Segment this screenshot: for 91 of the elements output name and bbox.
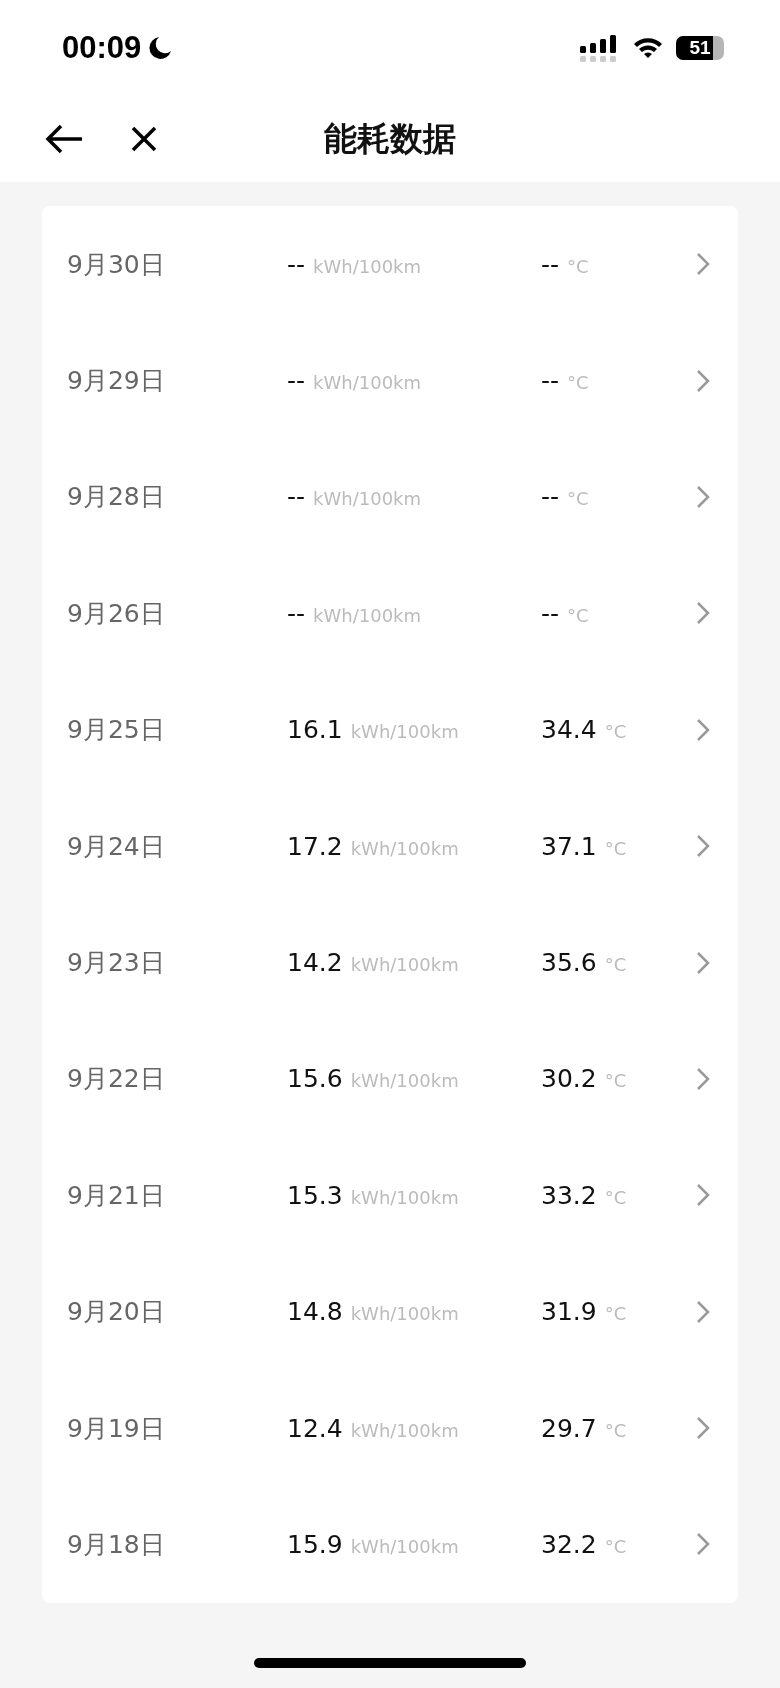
temperature-value: -- <box>541 366 560 396</box>
temperature-value: 33.2 <box>541 1180 597 1210</box>
consumption-unit: kWh/100km <box>350 1186 459 1208</box>
consumption-unit: kWh/100km <box>350 1303 459 1325</box>
consumption-unit: kWh/100km <box>350 954 459 976</box>
temperature-unit: °C <box>604 1070 627 1092</box>
consumption-unit: kWh/100km <box>313 604 422 626</box>
temperature-unit: °C <box>567 255 589 277</box>
consumption-unit: kWh/100km <box>313 372 422 394</box>
record-date: 9月26日 <box>67 597 166 630</box>
temperature-value: 32.2 <box>541 1530 597 1559</box>
chevron-right-icon <box>696 1532 710 1557</box>
consumption-unit: kWh/100km <box>313 488 422 510</box>
temperature-unit: °C <box>604 837 627 859</box>
consumption-value: -- <box>287 249 306 279</box>
temperature-value: 29.7 <box>541 1413 597 1443</box>
close-button[interactable] <box>130 125 158 153</box>
chevron-right-icon <box>696 717 710 742</box>
record-row[interactable]: 9月23日 14.2 kWh/100km 35.6 °C <box>42 904 738 1021</box>
temperature-value: 37.1 <box>541 831 597 861</box>
record-row[interactable]: 9月30日 -- kWh/100km -- °C <box>42 206 738 323</box>
temperature-unit: °C <box>604 721 627 743</box>
temperature-unit: °C <box>604 1303 627 1325</box>
record-row[interactable]: 9月21日 15.3 kWh/100km 33.2 °C <box>42 1137 738 1254</box>
record-row[interactable]: 9月26日 -- kWh/100km -- °C <box>42 555 738 672</box>
consumption-value: 12.4 <box>287 1413 343 1443</box>
consumption-unit: kWh/100km <box>350 721 459 743</box>
consumption-unit: kWh/100km <box>350 1070 459 1092</box>
record-date: 9月28日 <box>67 481 166 514</box>
temperature-unit: °C <box>604 1536 627 1557</box>
status-time: 00:09 <box>62 30 142 66</box>
chevron-right-icon <box>696 1299 710 1324</box>
temperature-unit: °C <box>567 604 589 626</box>
record-row[interactable]: 9月20日 14.8 kWh/100km 31.9 °C <box>42 1253 738 1370</box>
consumption-value: 17.2 <box>287 831 343 861</box>
record-date: 9月25日 <box>67 714 166 747</box>
record-row[interactable]: 9月18日 15.9 kWh/100km 32.2 °C <box>42 1486 738 1603</box>
record-date: 9月24日 <box>67 830 166 863</box>
temperature-value: -- <box>541 598 560 628</box>
chevron-right-icon <box>696 601 710 626</box>
page-title: 能耗数据 <box>324 117 456 160</box>
consumption-value: 15.3 <box>287 1180 343 1210</box>
record-date: 9月29日 <box>67 365 166 398</box>
temperature-unit: °C <box>567 372 589 394</box>
chevron-right-icon <box>696 1416 710 1441</box>
consumption-value: -- <box>287 482 306 512</box>
record-date: 9月19日 <box>67 1412 166 1445</box>
chevron-right-icon <box>696 834 710 859</box>
temperature-value: 31.9 <box>541 1297 597 1327</box>
record-row[interactable]: 9月19日 12.4 kWh/100km 29.7 °C <box>42 1369 738 1487</box>
record-date: 9月21日 <box>67 1179 166 1212</box>
consumption-value: 16.1 <box>287 715 343 745</box>
chevron-right-icon <box>696 368 710 393</box>
temperature-unit: °C <box>604 1419 627 1441</box>
record-date: 9月22日 <box>67 1063 166 1096</box>
consumption-value: 15.9 <box>287 1530 343 1559</box>
temperature-value: 34.4 <box>541 715 597 745</box>
temperature-unit: °C <box>567 488 589 510</box>
consumption-unit: kWh/100km <box>350 1536 459 1557</box>
consumption-value: -- <box>287 366 306 396</box>
battery-level: 51 <box>689 37 711 59</box>
record-row[interactable]: 9月25日 16.1 kWh/100km 34.4 °C <box>42 671 738 788</box>
temperature-unit: °C <box>604 1186 627 1208</box>
consumption-value: -- <box>287 598 306 628</box>
temperature-value: -- <box>541 482 560 512</box>
chevron-right-icon <box>696 1183 710 1208</box>
temperature-unit: °C <box>604 954 627 976</box>
back-button[interactable] <box>44 123 84 155</box>
wifi-icon <box>632 36 664 60</box>
temperature-value: 30.2 <box>541 1064 597 1094</box>
chevron-right-icon <box>696 1066 710 1091</box>
temperature-value: -- <box>541 249 560 279</box>
chevron-right-icon <box>696 484 710 509</box>
consumption-unit: kWh/100km <box>313 255 422 277</box>
consumption-value: 14.8 <box>287 1297 343 1327</box>
temperature-value: 35.6 <box>541 948 597 978</box>
moon-icon <box>147 35 174 61</box>
record-date: 9月18日 <box>67 1529 166 1561</box>
record-date: 9月23日 <box>67 947 166 980</box>
record-row[interactable]: 9月29日 -- kWh/100km -- °C <box>42 322 738 439</box>
chevron-right-icon <box>696 252 710 277</box>
record-date: 9月30日 <box>67 248 166 281</box>
consumption-value: 14.2 <box>287 948 343 978</box>
consumption-value: 15.6 <box>287 1064 343 1094</box>
record-row[interactable]: 9月28日 -- kWh/100km -- °C <box>42 438 738 556</box>
consumption-unit: kWh/100km <box>350 837 459 859</box>
record-row[interactable]: 9月24日 17.2 kWh/100km 37.1 °C <box>42 787 738 905</box>
record-row[interactable]: 9月22日 15.6 kWh/100km 30.2 °C <box>42 1020 738 1138</box>
consumption-unit: kWh/100km <box>350 1419 459 1441</box>
record-date: 9月20日 <box>67 1296 166 1329</box>
chevron-right-icon <box>696 950 710 975</box>
